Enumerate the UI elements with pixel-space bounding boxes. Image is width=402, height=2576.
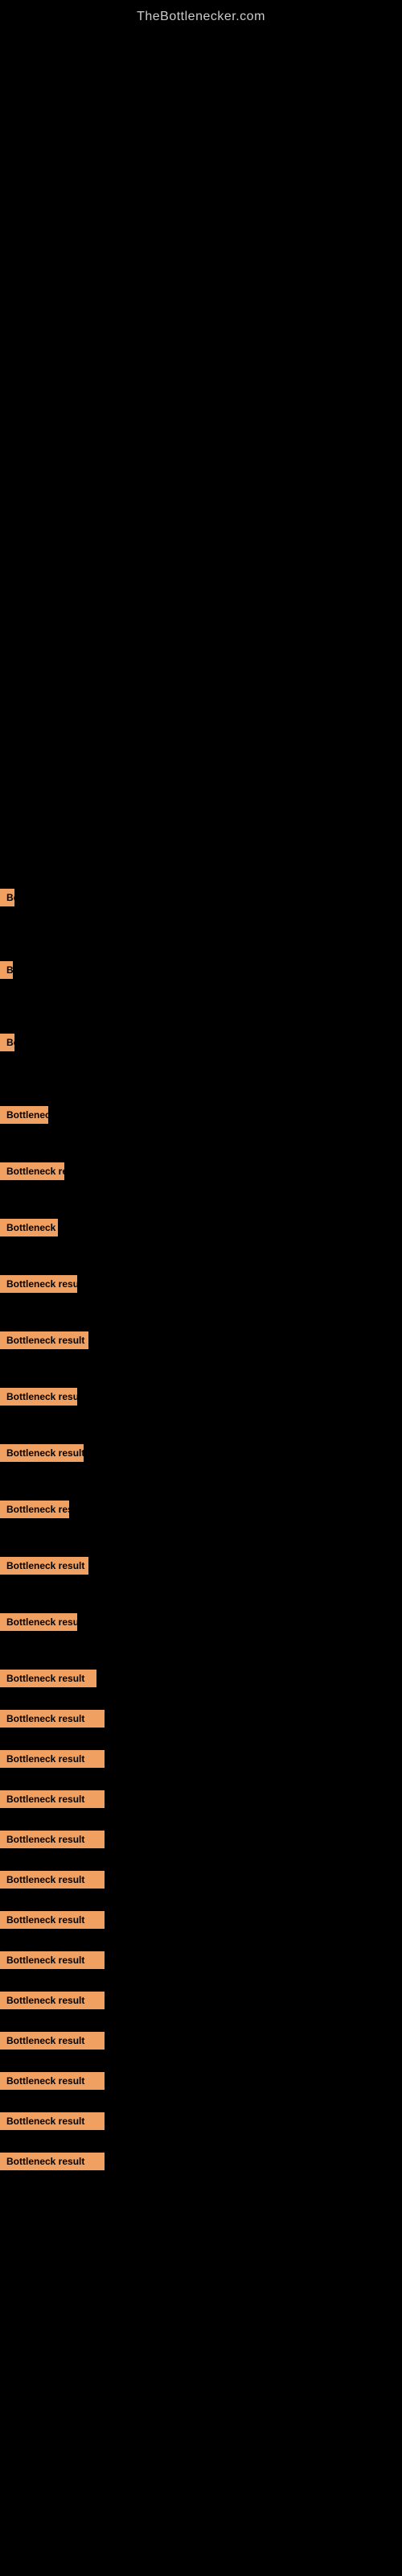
list-item[interactable]: Bottleneck result [0, 1868, 402, 1892]
list-item[interactable]: Bottleneck result [0, 1497, 402, 1521]
result-badge: Bottleneck result [0, 2032, 105, 2050]
result-badge: Bottleneck result [0, 1388, 77, 1406]
list-item[interactable]: Bottleneck result [0, 1908, 402, 1932]
list-item[interactable]: Bottleneck result [0, 1103, 402, 1127]
list-item[interactable]: Bottleneck result [0, 1030, 402, 1055]
site-title: TheBottlenecker.com [0, 0, 402, 31]
result-badge: Bottleneck result [0, 1219, 58, 1236]
result-badge: Bottleneck result [0, 1444, 84, 1462]
result-badge: Bottleneck result [0, 1275, 77, 1293]
result-badge: Bottleneck result [0, 1911, 105, 1929]
list-item[interactable]: Bottleneck result [0, 2109, 402, 2133]
result-badge: Bottleneck result [0, 1501, 69, 1518]
results-container: Bottleneck result Bottleneck result Bottle… [0, 886, 402, 2175]
result-badge: Bottleneck result [0, 1750, 105, 1768]
list-item[interactable]: Bottleneck result [0, 1827, 402, 1852]
list-item[interactable]: Bottleneck result [0, 1385, 402, 1409]
list-item[interactable]: Bottleneck result [0, 1554, 402, 1578]
list-item[interactable]: Bottleneck result [0, 1747, 402, 1771]
list-item[interactable]: Bottleneck result [0, 1272, 402, 1296]
list-item[interactable]: Bottleneck result [0, 1707, 402, 1731]
result-badge: Bottleneck result [0, 1790, 105, 1808]
list-item[interactable]: Bottleneck result [0, 1441, 402, 1465]
result-badge: Bottleneck result [0, 1557, 88, 1575]
result-badge: Bottleneck result [0, 2112, 105, 2130]
result-badge: Bottleneck result [0, 1992, 105, 2009]
result-badge: Bottleneck result [0, 1162, 64, 1180]
result-badge: Bottleneck result [0, 1710, 105, 1728]
list-item[interactable]: Bottleneck result [0, 1787, 402, 1811]
result-badge: Bottleneck result [0, 961, 13, 979]
result-badge: Bottleneck result [0, 1831, 105, 1848]
list-item[interactable]: Bottleneck result [0, 2149, 402, 2174]
list-item[interactable]: Bottleneck result [0, 1988, 402, 2013]
list-item[interactable]: Bottleneck result [0, 1948, 402, 1972]
result-badge: Bottleneck result [0, 2072, 105, 2090]
result-badge: Bottleneck result [0, 1106, 48, 1124]
list-item[interactable]: Bottleneck result [0, 886, 402, 910]
list-item[interactable]: Bottleneck result [0, 1610, 402, 1634]
result-badge: Bottleneck result [0, 1613, 77, 1631]
result-badge: Bottleneck result [0, 1034, 14, 1051]
result-badge: Bottleneck result [0, 2153, 105, 2170]
list-item[interactable]: Bottleneck result [0, 1159, 402, 1183]
result-badge: Bottleneck result [0, 1670, 96, 1687]
list-item[interactable]: Bottleneck result [0, 2069, 402, 2093]
list-item[interactable]: Bottleneck result [0, 2029, 402, 2053]
list-item[interactable]: Bottleneck result [0, 1216, 402, 1240]
list-item[interactable]: Bottleneck result [0, 958, 402, 982]
result-badge: Bottleneck result [0, 889, 14, 906]
result-badge: Bottleneck result [0, 1331, 88, 1349]
result-badge: Bottleneck result [0, 1871, 105, 1889]
result-badge: Bottleneck result [0, 1951, 105, 1969]
list-item[interactable]: Bottleneck result [0, 1666, 402, 1690]
list-item[interactable]: Bottleneck result [0, 1328, 402, 1352]
